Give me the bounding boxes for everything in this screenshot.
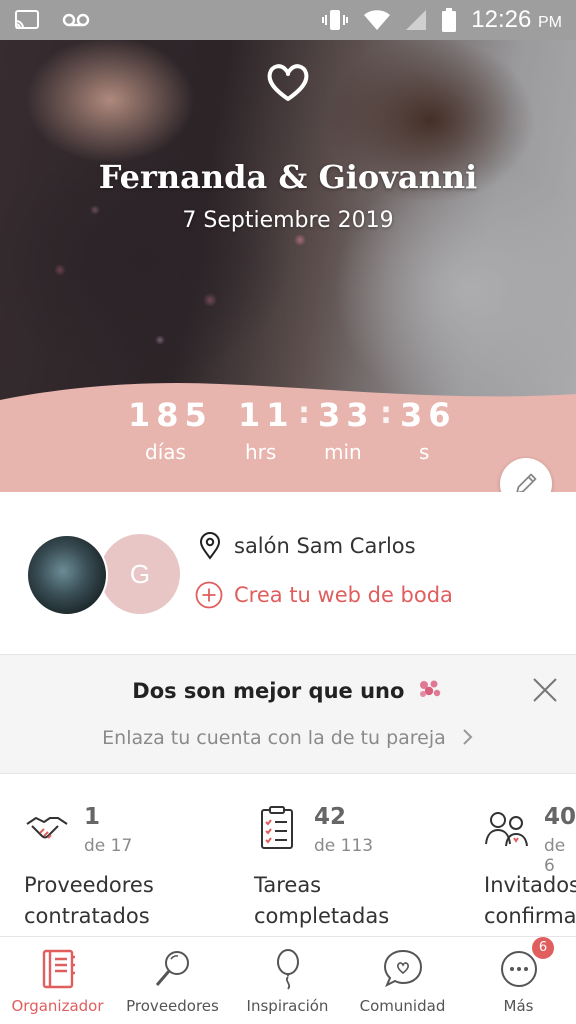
nav-label: Comunidad: [359, 997, 446, 1015]
stat-label-line: contratados: [24, 904, 150, 928]
nav-inspiracion[interactable]: Inspiración: [230, 937, 345, 1024]
wedding-countdown: 185 días 11 : hrs 33 : min 36 s: [0, 396, 576, 486]
bottom-navigation: Organizador Proveedores Inspiración Comu…: [0, 936, 576, 1024]
nav-label: Inspiración: [246, 997, 329, 1015]
countdown-minutes: 33: [318, 396, 375, 434]
notebook-icon: [42, 949, 75, 989]
nav-label: Organizador: [11, 997, 104, 1015]
clock-time: 12:26: [471, 6, 532, 33]
user-avatar[interactable]: [26, 534, 108, 616]
countdown-days: 185: [128, 396, 213, 434]
clock-ampm: PM: [538, 14, 562, 31]
create-wedding-website-link[interactable]: Crea tu web de boda: [194, 580, 453, 610]
close-icon[interactable]: [532, 677, 558, 703]
countdown-separator: :: [380, 396, 392, 431]
link-partner-banner[interactable]: Dos son mejor que uno Enlaza tu cuenta c…: [0, 654, 576, 774]
stat-tasks-completed[interactable]: 42 de 113 Tareas completadas: [230, 774, 460, 936]
magnifier-icon: [155, 951, 189, 986]
heart-icon: [267, 64, 309, 101]
banner-title: Dos son mejor que uno: [0, 679, 576, 703]
chevron-right-icon: [463, 729, 473, 745]
stat-value: 42: [314, 804, 347, 830]
banner-subtitle[interactable]: Enlaza tu cuenta con la de tu pareja: [0, 727, 576, 749]
nav-comunidad[interactable]: Comunidad: [345, 937, 460, 1024]
create-web-label: Crea tu web de boda: [234, 583, 453, 607]
add-circle-icon: [195, 581, 223, 609]
status-bar: 12:26 PM: [0, 0, 576, 40]
cast-icon: [14, 9, 40, 31]
couple-hero: Fernanda & Giovanni 7 Septiembre 2019 18…: [0, 40, 576, 492]
nav-proveedores[interactable]: Proveedores: [115, 937, 230, 1024]
clock: 12:26 PM: [471, 6, 562, 34]
stat-label-line: confirma: [484, 904, 576, 928]
stat-label: Proveedores contratados: [24, 870, 244, 932]
venue-name: salón Sam Carlos: [234, 534, 416, 558]
guests-icon: [485, 812, 528, 847]
stat-value: 1: [84, 804, 101, 830]
stat-guests-confirmed[interactable]: 40 de 6 Invitados confirma: [460, 774, 576, 936]
wifi-icon: [363, 9, 391, 31]
stat-total: de 17: [84, 836, 133, 856]
handshake-icon: [26, 817, 68, 839]
voicemail-icon: [62, 12, 90, 28]
wedding-stats: 1 de 17 Proveedores contratados 42 de 113…: [0, 774, 576, 936]
stat-label-line: Proveedores: [24, 873, 154, 897]
nav-organizador[interactable]: Organizador: [0, 937, 115, 1024]
location-pin-icon: [199, 532, 221, 560]
notification-badge: 6: [532, 937, 554, 959]
countdown-minutes-label: min: [324, 440, 362, 464]
nav-label: Proveedores: [126, 997, 219, 1015]
vibrate-icon: [321, 8, 349, 32]
countdown-days-label: días: [145, 440, 186, 464]
venue[interactable]: salón Sam Carlos: [198, 532, 416, 560]
stat-label-line: Invitados: [484, 873, 576, 897]
checklist-icon: [261, 806, 293, 849]
stat-label: Invitados confirma: [484, 870, 576, 932]
banner-title-text: Dos son mejor que uno: [132, 679, 405, 703]
couple-info: G salón Sam Carlos Crea tu web de boda: [0, 492, 576, 654]
couple-names: Fernanda & Giovanni: [98, 158, 478, 196]
balloon-icon: [277, 949, 299, 990]
chat-heart-icon: [383, 949, 423, 988]
wedding-date: 7 Septiembre 2019: [182, 208, 394, 233]
nav-mas[interactable]: 6 Más: [461, 937, 576, 1024]
partner-initial: G: [129, 558, 151, 589]
stat-total: de 113: [314, 836, 374, 856]
countdown-seconds-label: s: [419, 440, 430, 464]
stat-vendors-booked[interactable]: 1 de 17 Proveedores contratados: [0, 774, 230, 936]
nav-label: Más: [503, 997, 534, 1015]
battery-icon: [441, 8, 457, 32]
countdown-hours: 11: [238, 396, 295, 434]
hearts-icon: [419, 680, 440, 697]
stat-label-line: completadas: [254, 904, 390, 928]
stat-value: 40: [544, 804, 576, 830]
stat-label: Tareas completadas: [254, 870, 474, 932]
cellular-icon: [405, 9, 427, 31]
app-screen: 12:26 PM Fernanda & Giovanni 7 Septiembr…: [0, 0, 576, 1024]
countdown-separator: :: [298, 396, 310, 431]
countdown-seconds: 36: [400, 396, 457, 434]
banner-subtitle-text: Enlaza tu cuenta con la de tu pareja: [102, 727, 446, 749]
countdown-hours-label: hrs: [245, 440, 277, 464]
stat-label-line: Tareas: [254, 873, 322, 897]
partner-avatar[interactable]: G: [100, 534, 180, 614]
